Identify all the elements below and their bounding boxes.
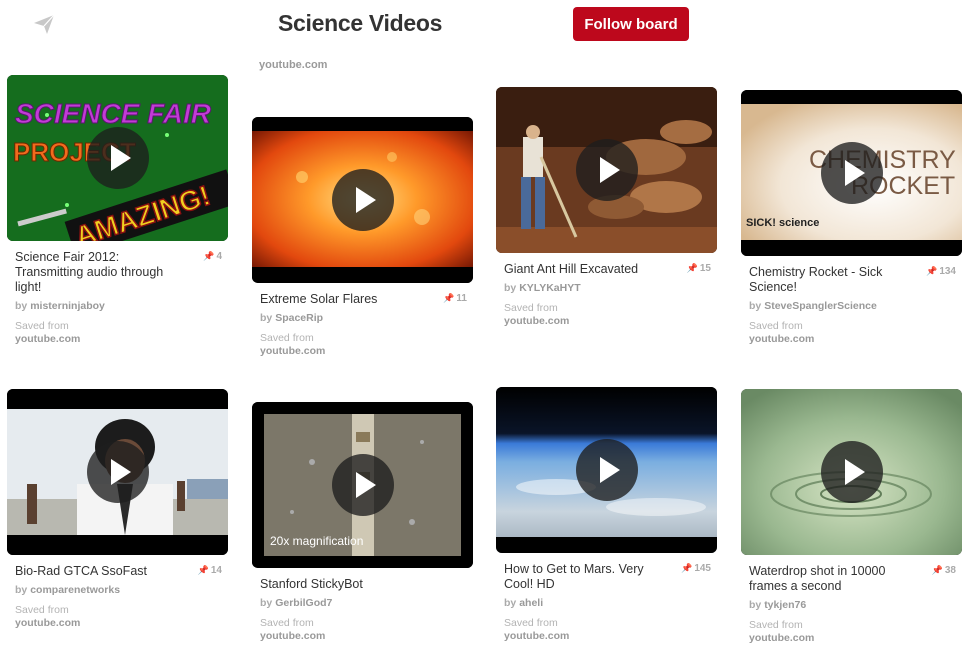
play-icon xyxy=(355,472,376,498)
play-button[interactable] xyxy=(820,441,883,503)
pin-title[interactable]: Giant Ant Hill Excavated xyxy=(504,262,654,277)
pin-card[interactable]: Waterdrop shot in 10000 frames a second … xyxy=(741,389,962,645)
play-button[interactable] xyxy=(575,439,638,501)
pin-title[interactable]: Waterdrop shot in 10000 frames a second xyxy=(749,564,899,594)
pin-title[interactable]: Bio-Rad GTCA SsoFast xyxy=(15,564,165,579)
pin-card[interactable]: Bio-Rad GTCA SsoFast 📌 14 by comparenetwo… xyxy=(7,389,228,630)
pin-icon: 📌 xyxy=(203,251,215,261)
pin-title[interactable]: Extreme Solar Flares xyxy=(260,292,410,307)
video-thumbnail[interactable]: 20x magnification xyxy=(252,402,473,568)
pin-title[interactable]: Stanford StickyBot xyxy=(260,577,410,592)
follow-board-button[interactable]: Follow board xyxy=(573,7,689,41)
saved-from-label: Saved from xyxy=(15,320,69,332)
saved-from-label: Saved from xyxy=(260,617,314,629)
play-button[interactable] xyxy=(575,139,638,201)
pin-author[interactable]: by tykjen76 xyxy=(741,599,962,611)
ghost-source: youtube.com xyxy=(259,59,328,71)
saved-from-label: Saved from xyxy=(15,604,69,616)
source-link[interactable]: youtube.com xyxy=(252,345,473,358)
board-header: youtube.com Science Videos Follow board xyxy=(0,0,980,71)
repin-count: 📌 38 xyxy=(931,565,956,576)
pin-icon: 📌 xyxy=(931,565,943,575)
pin-icon: 📌 xyxy=(681,563,693,573)
saved-from-label: Saved from xyxy=(749,619,803,631)
pin-icon: 📌 xyxy=(197,565,209,575)
video-thumbnail[interactable]: CHEMISTRY ROCKET SICK! science xyxy=(741,90,962,256)
video-thumbnail[interactable]: SCIENCE FAIR PROJECT AMAZING! xyxy=(7,75,228,241)
pin-card[interactable]: Giant Ant Hill Excavated 📌 15 by KYLYKaHY… xyxy=(496,87,717,328)
page-title: Science Videos xyxy=(278,10,443,36)
pin-title[interactable]: Chemistry Rocket - Sick Science! xyxy=(749,265,899,295)
thumbnail-text: SCIENCE FAIR xyxy=(15,98,212,129)
pin-title[interactable]: Science Fair 2012: Transmitting audio th… xyxy=(15,250,165,295)
play-button[interactable] xyxy=(331,169,394,231)
thumbnail-text: SICK! science xyxy=(746,217,819,229)
play-button[interactable] xyxy=(86,441,149,503)
pin-author[interactable]: by SpaceRip xyxy=(252,312,473,324)
play-button[interactable] xyxy=(86,127,149,189)
video-thumbnail[interactable] xyxy=(252,117,473,283)
pin-author[interactable]: by KYLYKaHYT xyxy=(496,282,717,294)
play-icon xyxy=(599,457,620,483)
play-button[interactable] xyxy=(331,454,394,516)
video-thumbnail[interactable] xyxy=(496,387,717,553)
pin-card[interactable]: SCIENCE FAIR PROJECT AMAZING! Science Fa… xyxy=(7,75,228,346)
pin-author[interactable]: by comparenetworks xyxy=(7,584,228,596)
play-icon xyxy=(110,459,131,485)
play-icon xyxy=(599,157,620,183)
send-icon[interactable] xyxy=(30,10,58,38)
pin-author[interactable]: by GerbilGod7 xyxy=(252,597,473,609)
saved-from-label: Saved from xyxy=(504,302,558,314)
pin-icon: 📌 xyxy=(686,263,698,273)
pin-author[interactable]: by misterninjaboy xyxy=(7,300,228,312)
video-thumbnail[interactable] xyxy=(496,87,717,253)
source-link[interactable]: youtube.com xyxy=(496,630,717,643)
play-icon xyxy=(110,145,131,171)
saved-from-label: Saved from xyxy=(504,617,558,629)
pin-icon: 📌 xyxy=(443,293,455,303)
repin-count: 📌 145 xyxy=(681,563,711,574)
source-link[interactable]: youtube.com xyxy=(741,333,962,346)
play-icon xyxy=(355,187,376,213)
pin-card[interactable]: Extreme Solar Flares 📌 11 by SpaceRip Sav… xyxy=(252,117,473,358)
pin-card[interactable]: CHEMISTRY ROCKET SICK! science Chemistry… xyxy=(741,90,962,346)
source-link[interactable]: youtube.com xyxy=(7,333,228,346)
repin-count: 📌 4 xyxy=(203,251,222,262)
pin-author[interactable]: by aheli xyxy=(496,597,717,609)
play-icon xyxy=(844,160,865,186)
source-link[interactable]: youtube.com xyxy=(7,617,228,630)
play-icon xyxy=(844,459,865,485)
repin-count: 📌 15 xyxy=(686,263,711,274)
thumbnail-text: 20x magnification xyxy=(270,534,363,548)
pin-card[interactable]: 20x magnification Stanford StickyBot by … xyxy=(252,402,473,643)
saved-from-label: Saved from xyxy=(749,320,803,332)
repin-count: 📌 11 xyxy=(443,293,467,304)
pin-author[interactable]: by SteveSpanglerScience xyxy=(741,300,962,312)
repin-count: 📌 14 xyxy=(197,565,222,576)
source-link[interactable]: youtube.com xyxy=(741,632,962,645)
pin-card[interactable]: How to Get to Mars. Very Cool! HD 📌 145 b… xyxy=(496,387,717,643)
video-thumbnail[interactable] xyxy=(741,389,962,555)
pin-title[interactable]: How to Get to Mars. Very Cool! HD xyxy=(504,562,654,592)
source-link[interactable]: youtube.com xyxy=(252,630,473,643)
source-link[interactable]: youtube.com xyxy=(496,315,717,328)
video-thumbnail[interactable] xyxy=(7,389,228,555)
repin-count: 📌 134 xyxy=(926,266,956,277)
play-button[interactable] xyxy=(820,142,883,204)
pin-icon: 📌 xyxy=(926,266,938,276)
saved-from-label: Saved from xyxy=(260,332,314,344)
